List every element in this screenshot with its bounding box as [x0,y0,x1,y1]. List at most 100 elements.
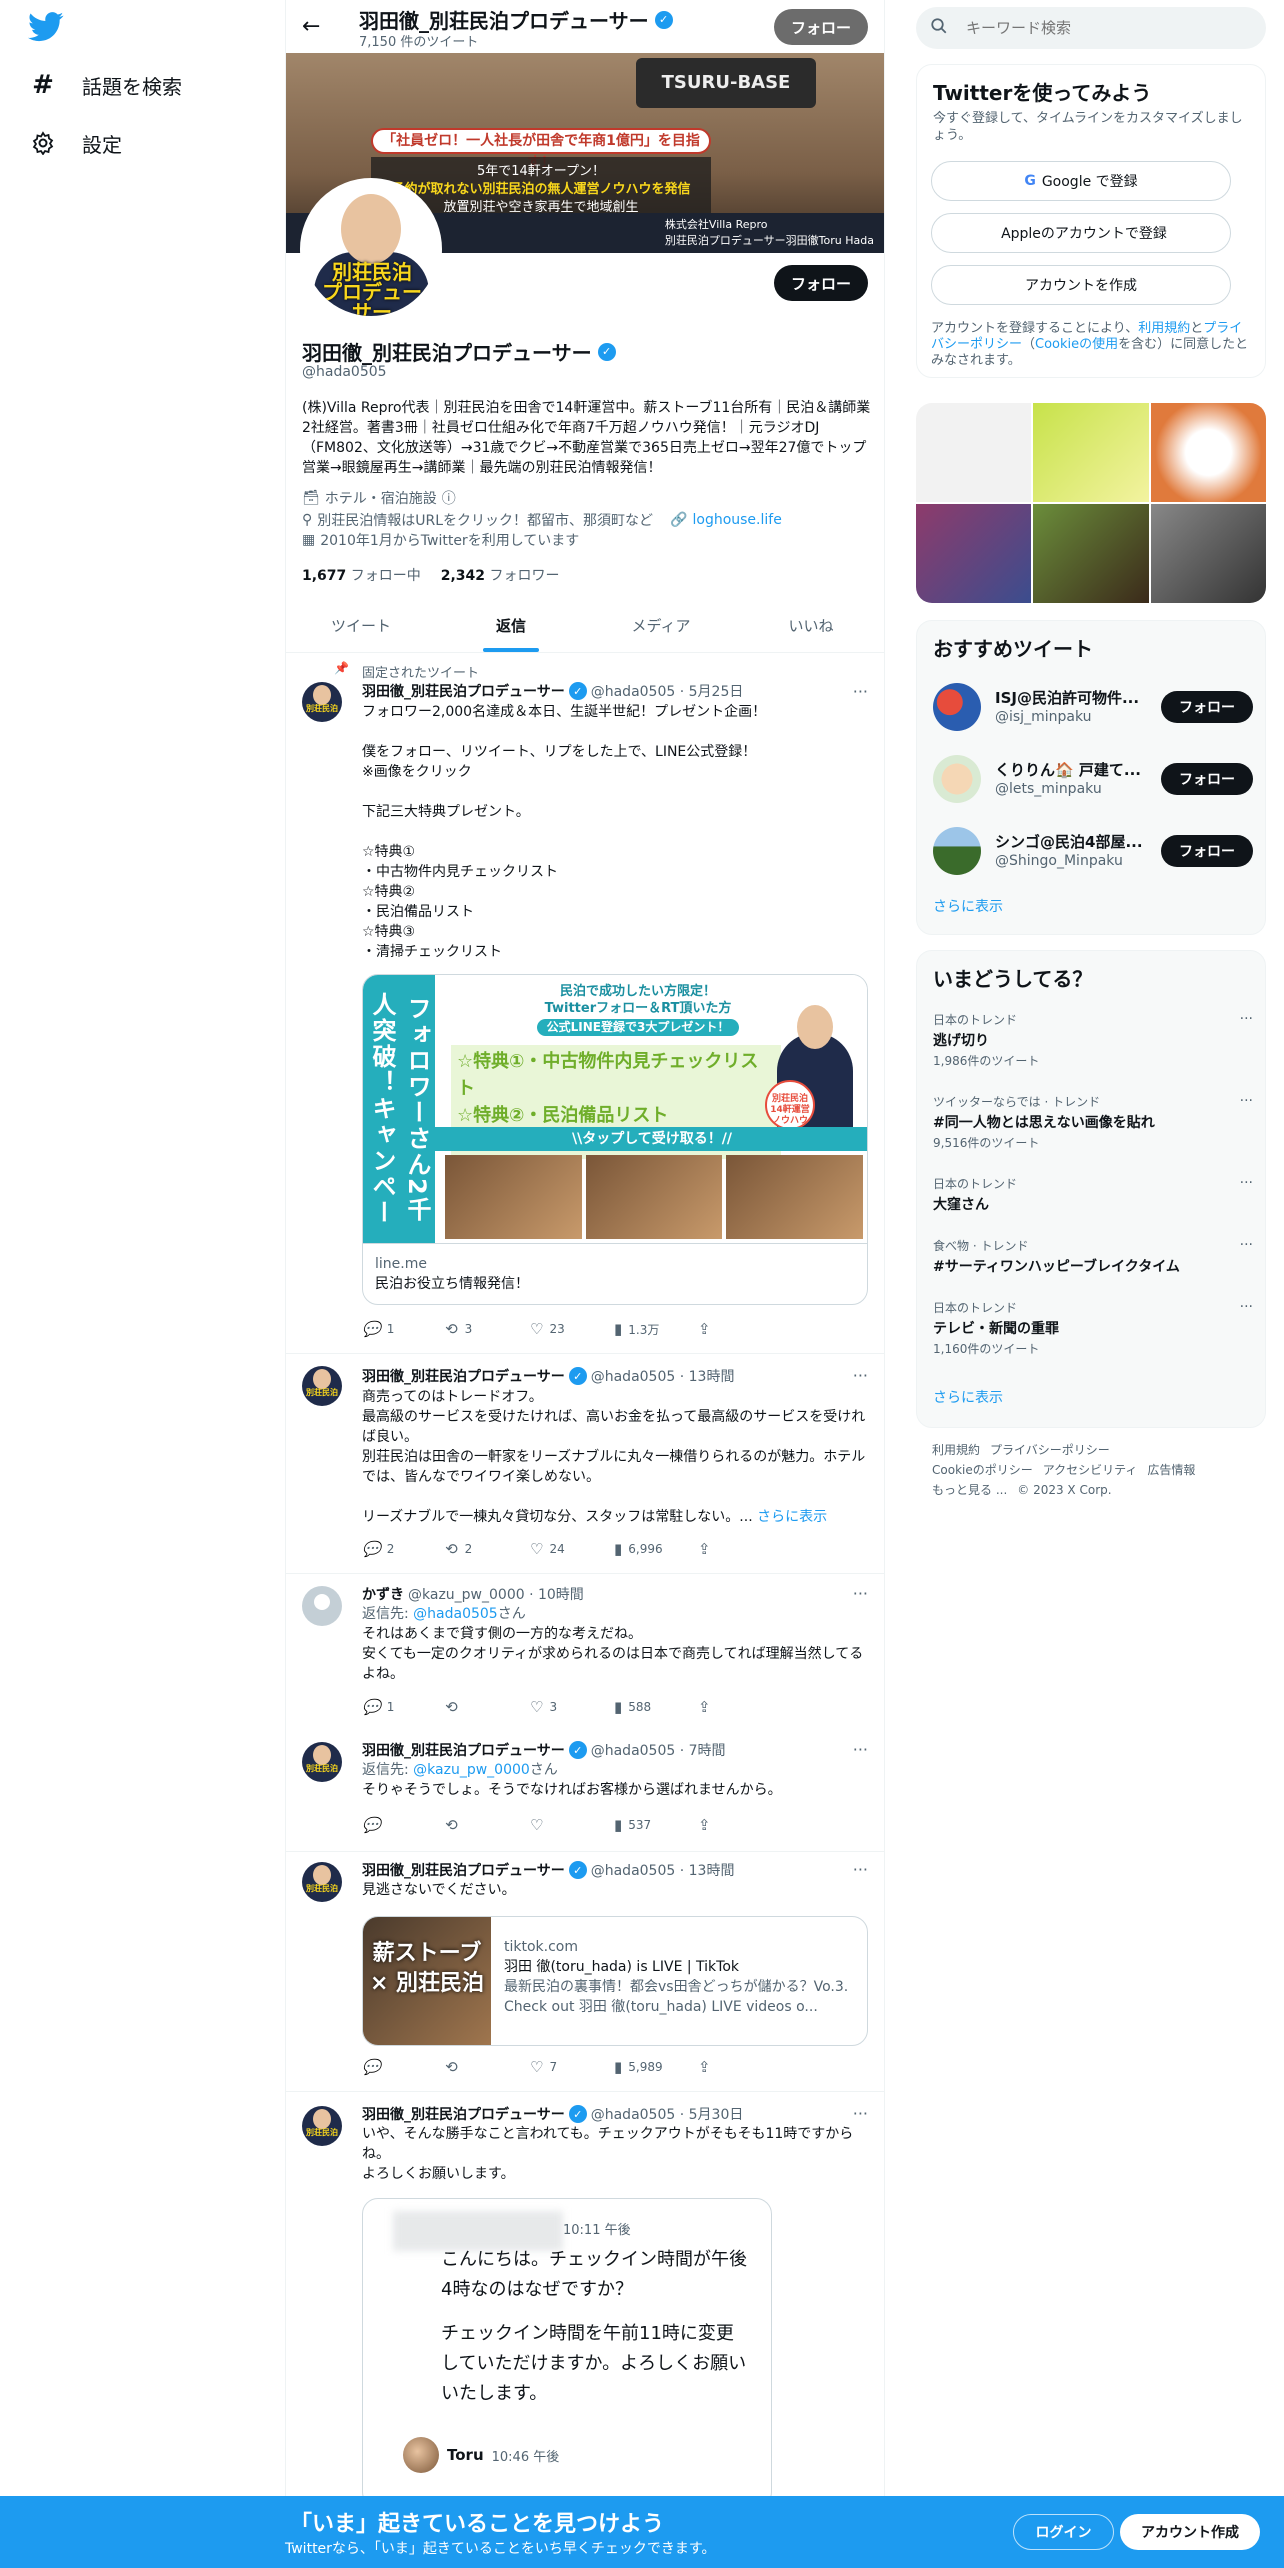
search-input[interactable] [966,19,1226,37]
more-options-icon[interactable]: ··· [853,1584,868,1603]
nav-explore[interactable]: # 話題を検索 [28,70,182,100]
gallery-image[interactable] [1150,504,1266,603]
more-options-icon[interactable]: ··· [853,1740,868,1759]
tweet[interactable]: かずき @kazu_pw_0000 · 10時間 ··· 返信先: @hada0… [286,1574,884,1734]
avatar[interactable]: 別荘民泊 [302,2106,342,2146]
reply-button[interactable]: 💬 1 [362,1698,446,1716]
footer-link[interactable]: プライバシーポリシー [990,1443,1110,1457]
retweet-button[interactable]: ⟲ 3 [446,1320,530,1338]
footer-link[interactable]: 利用規約 [932,1443,980,1457]
show-more-link[interactable]: さらに表示 [933,896,1003,916]
share-button[interactable]: ⇪ [698,1698,782,1716]
retweet-button[interactable]: ⟲ [446,2058,530,2076]
views-button[interactable]: ▮ 537 [614,1816,698,1834]
more-options-icon[interactable]: ··· [1240,1299,1253,1315]
retweet-button[interactable]: ⟲ [446,1698,530,1716]
signup-button[interactable]: アカウント作成 [1120,2514,1260,2550]
follow-button[interactable]: フォロー [1161,835,1253,867]
views-button[interactable]: ▮ 588 [614,1698,698,1716]
tweet-author-name[interactable]: 羽田徹_別荘民泊プロデューサー [362,1860,565,1880]
apple-signup-button[interactable]: Appleのアカウントで登録 [931,213,1231,253]
gallery-image[interactable] [1150,403,1266,502]
tweet-handle-time[interactable]: @hada0505 · 5月30日 [591,2104,744,2124]
tweet[interactable]: 別荘民泊 羽田徹_別荘民泊プロデューサー ✓ @hada0505 · 13時間 … [286,1852,884,2092]
following-link[interactable]: 1,677 フォロー中 [302,565,421,585]
gallery-image[interactable] [916,504,1032,603]
tweet-author-name[interactable]: かずき [362,1584,404,1604]
share-button[interactable]: ⇪ [698,1816,782,1834]
terms-link[interactable]: 利用規約 [1138,321,1190,336]
avatar[interactable]: 別荘民泊 [302,1862,342,1902]
header-follow-button[interactable]: フォロー [774,9,868,45]
reply-to-link[interactable]: @kazu_pw_0000 [413,1762,530,1778]
avatar[interactable]: 別荘民泊 [302,1366,342,1406]
more-options-icon[interactable]: ··· [853,682,868,701]
tiktok-link-card[interactable]: 薪ストーブ × 別荘民泊 tiktok.com 羽田 徹(toru_hada) … [362,1916,868,2046]
followers-link[interactable]: 2,342 フォロワー [441,565,560,585]
search-box[interactable] [916,7,1266,49]
footer-link[interactable]: もっと見る ... [932,1483,1007,1497]
gallery-image[interactable] [1033,504,1149,603]
tweet-handle-time[interactable]: @kazu_pw_0000 · 10時間 [408,1584,584,1604]
trend-item[interactable]: 日本のトレンド 逃げ切り 1,986件のツイート ··· [933,1011,1253,1069]
trend-item[interactable]: 日本のトレンド 大窪さん ··· [933,1175,1253,1214]
tweet-handle-time[interactable]: @hada0505 · 5月25日 [591,681,744,701]
tweet-author-name[interactable]: 羽田徹_別荘民泊プロデューサー [362,681,565,701]
like-button[interactable]: ♡ [530,1816,614,1834]
views-button[interactable]: ▮ 6,996 [614,1540,698,1558]
follow-button[interactable]: フォロー [1161,691,1253,723]
footer-link[interactable]: Cookieのポリシー [932,1463,1033,1477]
more-options-icon[interactable]: ··· [1240,1237,1253,1253]
avatar[interactable] [302,1586,342,1626]
tweet-handle-time[interactable]: @hada0505 · 7時間 [591,1740,726,1760]
recommended-user[interactable]: くりりん🏠 戸建て... @lets_minpaku フォロー [933,755,1253,805]
follow-button[interactable]: フォロー [1161,763,1253,795]
avatar[interactable]: 別荘民泊 [302,1742,342,1782]
trend-item[interactable]: 日本のトレンド テレビ・新聞の重罪 1,160件のツイート ··· [933,1299,1253,1357]
profile-follow-button[interactable]: フォロー [774,265,868,301]
gallery-image[interactable] [1033,403,1149,502]
tweet[interactable]: 別荘民泊 羽田徹_別荘民泊プロデューサー ✓ @hada0505 · 7時間 ·… [286,1734,884,1852]
footer-link[interactable]: 広告情報 [1147,1463,1195,1477]
show-more-link[interactable]: さらに表示 [757,1509,827,1525]
footer-link[interactable]: アクセシビリティ [1043,1463,1138,1477]
more-options-icon[interactable]: ··· [853,1860,868,1879]
like-button[interactable]: ♡ 24 [530,1540,614,1558]
link-card[interactable]: フォロワーさん2千人突破！キャンペーン 民泊で成功したい方限定！ Twitter… [362,974,868,1305]
tweet-author-name[interactable]: 羽田徹_別荘民泊プロデューサー [362,2104,565,2124]
more-options-icon[interactable]: ··· [853,1366,868,1385]
views-button[interactable]: ▮ 1.3万 [614,1320,698,1338]
show-more-link[interactable]: さらに表示 [933,1387,1003,1407]
avatar[interactable]: 別荘民泊 [302,682,342,722]
tab-likes[interactable]: いいね [736,600,884,652]
reply-to-link[interactable]: @hada0505 [413,1606,498,1622]
share-button[interactable]: ⇪ [698,1320,782,1338]
profile-avatar[interactable]: 別荘民泊 プロデューサー [300,178,442,320]
profile-url-link[interactable]: loghouse.life [692,512,781,528]
more-options-icon[interactable]: ··· [853,2104,868,2123]
tweet-handle-time[interactable]: @hada0505 · 13時間 [591,1366,735,1386]
create-account-button[interactable]: アカウントを作成 [931,265,1231,305]
twitter-logo-icon[interactable] [28,12,64,42]
screenshot-image[interactable]: 10:11 午後 こんにちは。チェックイン時間が午後4時なのはなぜですか？ チェ… [362,2198,772,2508]
share-button[interactable]: ⇪ [698,1540,782,1558]
login-button[interactable]: ログイン [1013,2514,1114,2550]
gallery-image[interactable] [916,403,1032,502]
like-button[interactable]: ♡ 23 [530,1320,614,1338]
tweet-author-name[interactable]: 羽田徹_別荘民泊プロデューサー [362,1366,565,1386]
cookie-link[interactable]: Cookieの使用 [1035,337,1118,352]
more-options-icon[interactable]: ··· [1240,1011,1253,1027]
share-button[interactable]: ⇪ [698,2058,782,2076]
recommended-user[interactable]: シンゴ@民泊4部屋... @Shingo_Minpaku フォロー [933,827,1253,877]
tweet[interactable]: 📌 固定されたツイート 別荘民泊 羽田徹_別荘民泊プロデューサー ✓ @hada… [286,654,884,1354]
nav-settings[interactable]: 設定 [28,128,122,158]
reply-button[interactable]: 💬 [362,1816,446,1834]
like-button[interactable]: ♡ 7 [530,2058,614,2076]
reply-button[interactable]: 💬 1 [362,1320,446,1338]
reply-button[interactable]: 💬 2 [362,1540,446,1558]
retweet-button[interactable]: ⟲ 2 [446,1540,530,1558]
views-button[interactable]: ▮ 5,989 [614,2058,698,2076]
more-options-icon[interactable]: ··· [1240,1175,1253,1191]
tab-media[interactable]: メディア [586,600,736,652]
like-button[interactable]: ♡ 3 [530,1698,614,1716]
